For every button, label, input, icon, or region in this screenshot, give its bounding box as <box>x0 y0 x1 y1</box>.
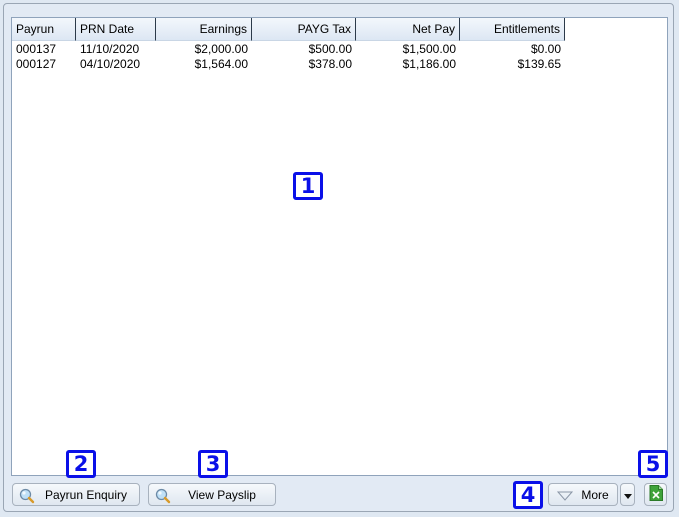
triangle-down-outline-icon <box>556 490 574 501</box>
payrun-table[interactable]: Payrun PRN Date Earnings PAYG Tax Net Pa… <box>11 17 668 476</box>
table-header: Payrun PRN Date Earnings PAYG Tax Net Pa… <box>12 18 565 41</box>
cell-entitlements: $139.65 <box>517 57 561 71</box>
cell-earnings: $2,000.00 <box>194 42 248 56</box>
caret-down-icon <box>623 488 632 502</box>
callout-1: 1 <box>293 172 323 200</box>
view-payslip-button[interactable]: View Payslip <box>148 483 276 506</box>
cell-entitlements: $0.00 <box>530 42 561 56</box>
column-header-entitlements[interactable]: Entitlements <box>460 18 565 41</box>
cell-net-pay: $1,500.00 <box>402 42 456 56</box>
magnifier-icon <box>19 488 35 503</box>
cell-earnings: $1,564.00 <box>194 57 248 71</box>
column-header-prn-date[interactable]: PRN Date <box>76 18 156 41</box>
callout-2: 2 <box>66 450 96 478</box>
export-excel-button[interactable] <box>644 483 667 506</box>
column-header-earnings[interactable]: Earnings <box>156 18 252 41</box>
cell-payrun: 000137 <box>16 42 57 56</box>
callout-5: 5 <box>638 450 668 478</box>
cell-prn-date: 04/10/2020 <box>80 57 141 71</box>
more-button[interactable]: More <box>548 483 618 506</box>
cell-payg-tax: $378.00 <box>308 57 352 71</box>
payrun-enquiry-button[interactable]: Payrun Enquiry <box>12 483 140 506</box>
cell-payrun: 000127 <box>16 57 57 71</box>
column-header-payg-tax[interactable]: PAYG Tax <box>252 18 356 41</box>
table-row[interactable]: 000137 11/10/2020 $2,000.00 $500.00 $1,5… <box>12 42 565 57</box>
more-dropdown-button[interactable] <box>620 483 635 506</box>
column-header-net-pay[interactable]: Net Pay <box>356 18 460 41</box>
callout-3: 3 <box>198 450 228 478</box>
magnifier-icon <box>155 488 171 503</box>
view-payslip-label: View Payslip <box>188 487 256 502</box>
more-label: More <box>581 487 609 502</box>
payrun-enquiry-label: Payrun Enquiry <box>44 487 128 502</box>
excel-export-icon <box>649 485 663 504</box>
table-row[interactable]: 000127 04/10/2020 $1,564.00 $378.00 $1,1… <box>12 57 565 72</box>
column-header-payrun[interactable]: Payrun <box>12 18 76 41</box>
cell-net-pay: $1,186.00 <box>402 57 456 71</box>
cell-payg-tax: $500.00 <box>308 42 352 56</box>
cell-prn-date: 11/10/2020 <box>80 42 140 56</box>
callout-4: 4 <box>513 481 543 509</box>
